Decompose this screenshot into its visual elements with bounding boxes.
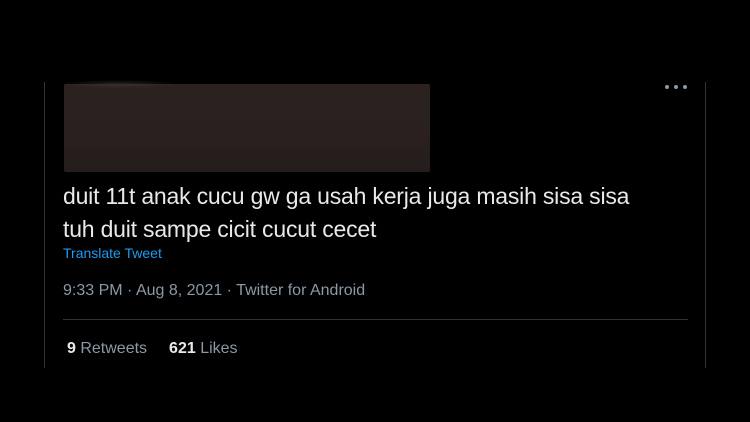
more-options-icon[interactable]	[665, 80, 687, 94]
retweets-count: 9	[67, 340, 76, 357]
retweets-stat[interactable]: 9 Retweets	[67, 340, 147, 358]
tweet-source: Twitter for Android	[236, 282, 366, 299]
tweet-time[interactable]: 9:33 PM	[63, 282, 123, 299]
tweet-card: duit 11t anak cucu gw ga usah kerja juga…	[44, 80, 706, 368]
retweets-label: Retweets	[75, 340, 148, 357]
meta-separator: ·	[222, 282, 237, 299]
divider	[63, 319, 688, 320]
dot	[683, 85, 687, 89]
tweet-text-line-1: duit 11t anak cucu gw ga usah kerja juga…	[63, 183, 630, 209]
dot	[674, 85, 678, 89]
likes-stat[interactable]: 621 Likes	[169, 340, 238, 358]
tweet-stats: 9 Retweets 621 Likes	[67, 340, 238, 358]
tweet-text: duit 11t anak cucu gw ga usah kerja juga…	[63, 180, 693, 246]
tweet-metadata: 9:33 PM · Aug 8, 2021 · Twitter for Andr…	[63, 282, 365, 300]
redacted-user-header	[64, 80, 430, 172]
dot	[665, 85, 669, 89]
likes-count: 621	[169, 340, 196, 357]
tweet-text-line-2: tuh duit sampe cicit cucut cecet	[63, 216, 377, 242]
meta-separator: ·	[122, 282, 136, 299]
likes-label: Likes	[195, 340, 238, 357]
tweet-date[interactable]: Aug 8, 2021	[136, 282, 222, 299]
translate-tweet-link[interactable]: Translate Tweet	[63, 245, 162, 261]
